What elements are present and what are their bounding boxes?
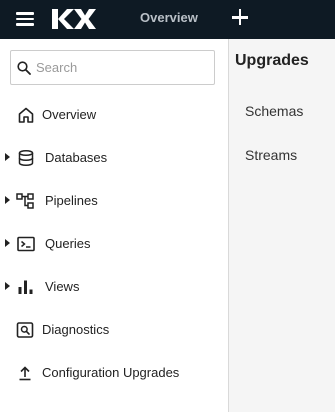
- home-icon: [18, 107, 34, 123]
- diagnostics-icon: [16, 322, 34, 338]
- expand-caret-icon[interactable]: [5, 282, 10, 290]
- database-icon: [18, 149, 34, 167]
- sidebar-item-views[interactable]: Views: [0, 267, 228, 307]
- main-panel: Upgrades Schemas Streams: [229, 39, 335, 412]
- sidebar-item-overview[interactable]: Overview: [0, 95, 228, 135]
- upload-icon: [19, 366, 31, 381]
- page-title: Upgrades: [235, 52, 309, 69]
- link-schemas[interactable]: Schemas: [245, 103, 303, 119]
- sidebar-item-databases[interactable]: Databases: [0, 138, 228, 178]
- tab-overview[interactable]: Overview: [140, 10, 198, 25]
- sidebar-item-configuration-upgrades[interactable]: Configuration Upgrades: [0, 353, 228, 393]
- expand-caret-icon[interactable]: [5, 196, 10, 204]
- sidebar-item-label: Overview: [42, 107, 97, 122]
- search-input[interactable]: [36, 51, 212, 84]
- sidebar-item-pipelines[interactable]: Pipelines: [0, 181, 228, 221]
- link-streams[interactable]: Streams: [245, 147, 297, 163]
- search-box: [10, 50, 215, 85]
- expand-caret-icon[interactable]: [5, 153, 10, 161]
- kx-logo[interactable]: [50, 6, 96, 32]
- plus-icon[interactable]: [232, 9, 248, 25]
- bar-chart-icon: [18, 280, 33, 294]
- sidebar-item-label: Views: [45, 279, 80, 294]
- sidebar-item-label: Databases: [45, 150, 108, 165]
- pipeline-icon: [16, 193, 34, 209]
- sidebar-item-label: Diagnostics: [42, 322, 110, 337]
- top-bar: Overview: [0, 0, 335, 39]
- sidebar-item-diagnostics[interactable]: Diagnostics: [0, 310, 228, 350]
- sidebar-item-label: Queries: [45, 236, 91, 251]
- search-icon: [17, 61, 31, 75]
- sidebar-item-label: Pipelines: [45, 193, 98, 208]
- sidebar-item-queries[interactable]: Queries: [0, 224, 228, 264]
- expand-caret-icon[interactable]: [5, 239, 10, 247]
- terminal-icon: [17, 236, 35, 252]
- hamburger-menu-icon[interactable]: [16, 12, 34, 26]
- sidebar: Overview Databases Pipelines Queries: [0, 39, 229, 412]
- sidebar-item-label: Configuration Upgrades: [42, 365, 180, 380]
